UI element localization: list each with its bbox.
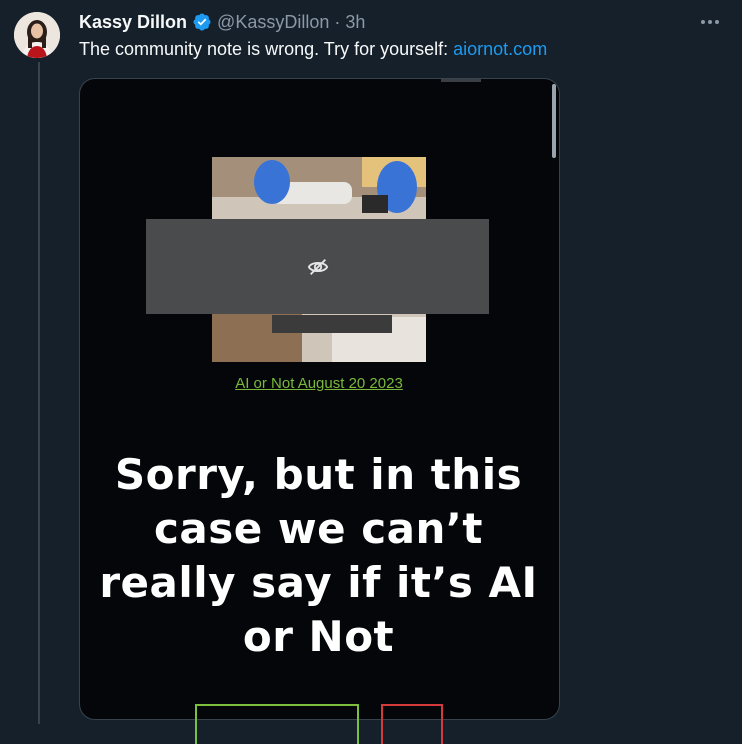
verified-badge-icon [193,13,211,31]
not-button-partial [381,704,443,744]
timestamp[interactable]: 3h [345,12,365,33]
eye-slash-icon [307,258,328,275]
tweet-text: The community note is wrong. Try for you… [79,39,547,60]
ai-button-partial [195,704,359,744]
author-name[interactable]: Kassy Dillon [79,12,187,33]
avatar-image [14,12,60,58]
media-caption-link[interactable]: AI or Not August 20 2023 [212,375,426,392]
top-edge-fragment [441,79,481,82]
media-scrollbar[interactable] [552,84,556,158]
tweet-body: The community note is wrong. Try for you… [79,39,454,59]
tweet-link[interactable]: aiornot.com [453,39,547,59]
more-options-icon[interactable] [696,10,724,34]
avatar[interactable] [14,12,60,58]
sensitive-content-overlay[interactable] [146,219,489,314]
media-headline: Sorry, but in this case we can’t really … [99,450,538,661]
author-handle[interactable]: @KassyDillon [217,12,329,33]
thread-line [38,62,40,724]
tweet-header: Kassy Dillon @KassyDillon · 3h [79,10,365,34]
separator-dot: · [334,11,341,32]
